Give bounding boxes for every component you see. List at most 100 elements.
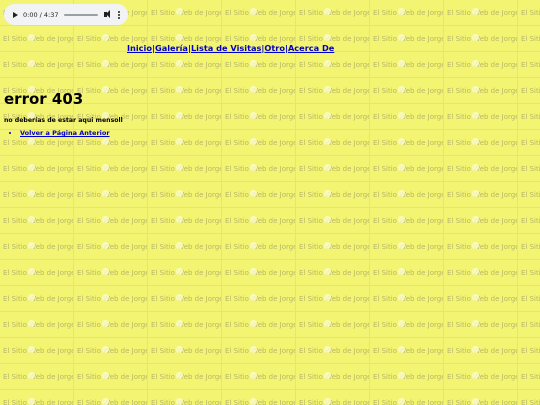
- background-tile: El Sitio Web de Jorge: [148, 364, 222, 390]
- nav-link-galeria[interactable]: Galería: [155, 43, 188, 53]
- background-tile: El Sitio Web de Jorge: [296, 0, 370, 26]
- background-tile: El Sitio Web de Jorge: [518, 156, 540, 182]
- background-tile: El Sitio Web de Jorge: [370, 312, 444, 338]
- background-tile: El Sitio Web de Jorge: [148, 234, 222, 260]
- background-tile: El Sitio Web de Jorge: [222, 234, 296, 260]
- background-tile: El Sitio Web de Jorge: [74, 234, 148, 260]
- background-tile: El Sitio Web de Jorge: [0, 234, 74, 260]
- background-tile: El Sitio Web de Jorge: [74, 260, 148, 286]
- nav-link-acerca-de[interactable]: Acerca De: [288, 43, 334, 53]
- back-list: Volver a Página Anterior: [10, 129, 110, 137]
- background-tile: El Sitio Web de Jorge: [296, 390, 370, 405]
- audio-time: 0:00 / 4:37: [23, 10, 59, 19]
- background-tile: El Sitio Web de Jorge: [370, 52, 444, 78]
- background-tile: El Sitio Web de Jorge: [222, 156, 296, 182]
- background-tile: El Sitio Web de Jorge: [0, 208, 74, 234]
- background-tile: El Sitio Web de Jorge: [0, 182, 74, 208]
- background-tile: El Sitio Web de Jorge: [222, 104, 296, 130]
- background-tile: El Sitio Web de Jorge: [222, 390, 296, 405]
- more-options-icon[interactable]: [117, 10, 120, 19]
- background-tile: El Sitio Web de Jorge: [148, 104, 222, 130]
- background-tile: El Sitio Web de Jorge: [370, 338, 444, 364]
- background-tile: El Sitio Web de Jorge: [222, 52, 296, 78]
- background-tile: El Sitio Web de Jorge: [444, 52, 518, 78]
- background-tile: El Sitio Web de Jorge: [370, 78, 444, 104]
- background-tile: El Sitio Web de Jorge: [0, 364, 74, 390]
- background-tile: El Sitio Web de Jorge: [518, 338, 540, 364]
- background-tile: El Sitio Web de Jorge: [222, 78, 296, 104]
- background-tile: El Sitio Web de Jorge: [370, 182, 444, 208]
- background-tile: El Sitio Web de Jorge: [370, 286, 444, 312]
- background-tile: El Sitio Web de Jorge: [518, 260, 540, 286]
- background-tile: El Sitio Web de Jorge: [296, 78, 370, 104]
- background-tile: El Sitio Web de Jorge: [74, 390, 148, 405]
- background-tile: El Sitio Web de Jorge: [0, 390, 74, 405]
- background-tile: El Sitio Web de Jorge: [148, 312, 222, 338]
- background-tile: El Sitio Web de Jorge: [518, 390, 540, 405]
- background-tile: El Sitio Web de Jorge: [444, 338, 518, 364]
- list-item: Volver a Página Anterior: [20, 129, 110, 137]
- background-tile: El Sitio Web de Jorge: [444, 312, 518, 338]
- background-tile: El Sitio Web de Jorge: [296, 234, 370, 260]
- background-tile: El Sitio Web de Jorge: [148, 208, 222, 234]
- background-tile: El Sitio Web de Jorge: [444, 26, 518, 52]
- background-tile: El Sitio Web de Jorge: [370, 364, 444, 390]
- background-tile: El Sitio Web de Jorge: [444, 208, 518, 234]
- back-link[interactable]: Volver a Página Anterior: [20, 129, 110, 137]
- nav-link-lista-de-visitas[interactable]: Lista de Visitas: [191, 43, 261, 53]
- background-tile: El Sitio Web de Jorge: [222, 182, 296, 208]
- background-tile: El Sitio Web de Jorge: [0, 26, 74, 52]
- background-tile: El Sitio Web de Jorge: [0, 338, 74, 364]
- background-tile: El Sitio Web de Jorge: [222, 130, 296, 156]
- background-tile: El Sitio Web de Jorge: [0, 260, 74, 286]
- background-tile: El Sitio Web de Jorge: [148, 156, 222, 182]
- background-tile: El Sitio Web de Jorge: [0, 312, 74, 338]
- background-tile: El Sitio Web de Jorge: [518, 130, 540, 156]
- background-tile: El Sitio Web de Jorge: [222, 338, 296, 364]
- background-tile: El Sitio Web de Jorge: [444, 182, 518, 208]
- background-tile: El Sitio Web de Jorge: [296, 182, 370, 208]
- background-tile: El Sitio Web de Jorge: [148, 182, 222, 208]
- audio-progress-bar[interactable]: [63, 13, 98, 16]
- background-tile: El Sitio Web de Jorge: [518, 0, 540, 26]
- background-tile: El Sitio Web de Jorge: [148, 286, 222, 312]
- play-icon[interactable]: [13, 11, 18, 18]
- background-tile: El Sitio Web de Jorge: [296, 52, 370, 78]
- background-tile: El Sitio Web de Jorge: [518, 286, 540, 312]
- background-tile: El Sitio Web de Jorge: [74, 182, 148, 208]
- background-tile: El Sitio Web de Jorge: [222, 312, 296, 338]
- background-tile: El Sitio Web de Jorge: [148, 260, 222, 286]
- background-tile: El Sitio Web de Jorge: [444, 286, 518, 312]
- background-tile: El Sitio Web de Jorge: [148, 52, 222, 78]
- nav-link-inicio[interactable]: Inicio: [127, 43, 152, 53]
- background-tile: El Sitio Web de Jorge: [370, 26, 444, 52]
- background-tile: El Sitio Web de Jorge: [148, 0, 222, 26]
- background-tile: El Sitio Web de Jorge: [222, 286, 296, 312]
- background-tile: El Sitio Web de Jorge: [148, 78, 222, 104]
- background-tile: El Sitio Web de Jorge: [518, 104, 540, 130]
- background-tile: El Sitio Web de Jorge: [444, 0, 518, 26]
- background-tile: El Sitio Web de Jorge: [518, 234, 540, 260]
- background-tile: El Sitio Web de Jorge: [518, 364, 540, 390]
- audio-player[interactable]: 0:00 / 4:37: [4, 4, 128, 25]
- background-tile: El Sitio Web de Jorge: [0, 52, 74, 78]
- background-tile: El Sitio Web de Jorge: [370, 208, 444, 234]
- background-tile: El Sitio Web de Jorge: [370, 390, 444, 405]
- background-tiles: El Sitio Web de JorgeEl Sitio Web de Jor…: [0, 0, 540, 405]
- background-tile: El Sitio Web de Jorge: [222, 260, 296, 286]
- background-tile: El Sitio Web de Jorge: [370, 104, 444, 130]
- nav-link-otro[interactable]: Otro: [264, 43, 285, 53]
- background-tile: El Sitio Web de Jorge: [74, 208, 148, 234]
- volume-icon[interactable]: [103, 10, 113, 19]
- background-tile: El Sitio Web de Jorge: [296, 208, 370, 234]
- background-tile: El Sitio Web de Jorge: [74, 286, 148, 312]
- background-tile: El Sitio Web de Jorge: [74, 364, 148, 390]
- background-tile: El Sitio Web de Jorge: [518, 182, 540, 208]
- background-tile: El Sitio Web de Jorge: [444, 78, 518, 104]
- background-tile: El Sitio Web de Jorge: [444, 390, 518, 405]
- background-tile: El Sitio Web de Jorge: [444, 234, 518, 260]
- background-tile: El Sitio Web de Jorge: [0, 286, 74, 312]
- background-tile: El Sitio Web de Jorge: [296, 286, 370, 312]
- background-tile: El Sitio Web de Jorge: [518, 208, 540, 234]
- page-title: error 403: [4, 90, 84, 108]
